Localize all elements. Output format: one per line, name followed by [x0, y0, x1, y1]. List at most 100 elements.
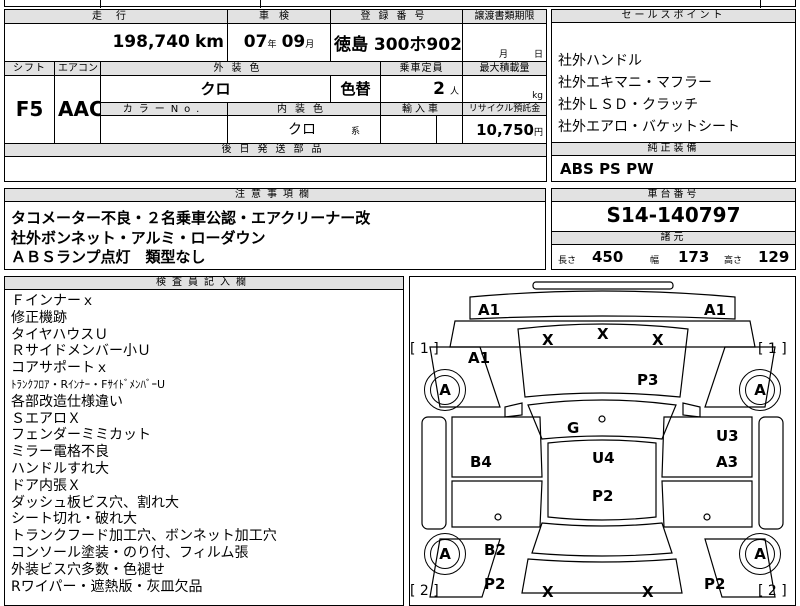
note-line: 社外ボンネット・アルミ・ローダウン	[11, 228, 266, 247]
label-p2-left: P2	[484, 575, 506, 593]
vehicle-info-table: 走行 車検 登録番号 譲渡書類期限 198,740 km 07年 09月 徳島 …	[3, 9, 548, 182]
interior-color-unit: 系	[351, 127, 361, 138]
shaken-cell: 07年 09月	[227, 22, 332, 63]
bracket-2-left: [ 2 ]	[410, 583, 439, 599]
label-u3: U3	[716, 427, 739, 445]
wheel-rear-left: A	[424, 533, 466, 575]
inspector-line: 各部改造仕様違い	[11, 393, 123, 410]
shaken-header: 車検	[227, 9, 332, 24]
notes-header: 注意事項欄	[5, 189, 545, 202]
note-line: タコメーター不良・２名乗車公認・エアクリーナー改	[11, 209, 371, 227]
inspector-line: トランクフード加工穴、ボンネット加工穴	[11, 528, 277, 545]
height-label: 高さ	[724, 256, 743, 266]
bracket-2-right: [ 2 ]	[758, 583, 787, 599]
wheel-rear-left-label: A	[430, 539, 460, 569]
inspector-line: ﾄﾗﾝｸﾌﾛｱ・Rｲﾝﾅｰ・FｻｲﾄﾞﾒﾝﾊﾞｰU	[11, 377, 166, 391]
length-label: 長さ	[558, 256, 577, 266]
capacity-unit: 人	[450, 86, 460, 97]
max-load-header: 最大積載量	[462, 61, 548, 76]
top-strip-cell	[5, 0, 101, 8]
sales-point-item: 社外ＬＳＤ・クラッチ	[558, 97, 698, 113]
sales-points-list: 社外ハンドル 社外エキマニ・マフラー 社外ＬＳＤ・クラッチ 社外エアロ・バケット…	[558, 50, 740, 138]
aircon-cell: AAC	[54, 74, 101, 144]
sales-point-item: 社外エキマニ・マフラー	[558, 75, 712, 91]
exterior-color-value: クロ	[200, 80, 231, 99]
registration-cell: 徳島 300ホ9022	[330, 22, 464, 63]
chassis-box: 車台番号 S14-140797 諸元 長さ 450 幅 173 高さ 129	[551, 188, 796, 270]
mileage-header: 走行	[3, 9, 229, 24]
mileage-cell: 198,740 km	[3, 22, 229, 63]
label-u4: U4	[592, 449, 615, 467]
import-cell	[380, 115, 438, 144]
spec-row: 長さ 450 幅 173 高さ 129	[552, 245, 797, 271]
damage-diagram-box: A A A A [ 1 ] [ 1 ] [ 2 ] [ 2 ] A1 A1 X …	[409, 276, 796, 606]
sales-points-box: セールスポイント 社外ハンドル 社外エキマニ・マフラー 社外ＬＳＤ・クラッチ 社…	[551, 9, 796, 182]
aircon-value: AAC	[58, 97, 101, 122]
transfer-month-unit: 月	[498, 50, 508, 61]
label-x-front-left: X	[542, 331, 554, 349]
equipment-header: 純正装備	[552, 142, 795, 156]
registration-number: 徳島 300ホ9022	[334, 34, 463, 55]
later-parts-header: 後日発送部品	[3, 142, 548, 158]
inspector-line: ハンドルすれ大	[11, 460, 109, 477]
mileage-unit: km	[194, 32, 225, 53]
wheel-front-right-label: A	[745, 375, 775, 405]
width-value: 173	[678, 248, 710, 266]
import-header: 輸入車	[380, 101, 464, 117]
label-g: G	[567, 419, 580, 437]
bracket-1-right: [ 1 ]	[758, 341, 787, 357]
transfer-deadline-cell: 月日	[462, 22, 548, 63]
label-x-front-mid: X	[597, 325, 609, 343]
label-b2: B2	[484, 541, 506, 559]
top-strip-cell	[101, 0, 261, 8]
inspector-line: タイヤハウスＵ	[11, 326, 109, 343]
inspector-box: 検査員記入欄 Ｆインナーｘ 修正機跡 タイヤハウスＵ Ｒサイドメンバー小Ｕ コア…	[4, 276, 404, 606]
inspector-line: Ｒサイドメンバー小Ｕ	[11, 343, 151, 360]
repaint-cell: 色替	[330, 74, 382, 103]
shaken-month-unit: 月	[305, 40, 315, 51]
label-p2-center: P2	[592, 487, 614, 505]
wheel-front-left: A	[424, 369, 466, 411]
wheel-rear-right-label: A	[745, 539, 775, 569]
height-value: 129	[758, 248, 790, 266]
label-x-front-right: X	[652, 331, 664, 349]
bracket-1-left: [ 1 ]	[410, 341, 439, 357]
max-load-cell: kg	[462, 74, 548, 103]
wheel-rear-right: A	[739, 533, 781, 575]
exterior-color-header: 外装色	[99, 61, 382, 76]
shaken-year-unit: 年	[267, 40, 277, 51]
inspector-line: 外装ビス穴多数・色褪せ	[11, 561, 165, 578]
label-a3: A3	[716, 453, 739, 471]
shaken-year: 07	[243, 32, 268, 53]
label-b4: B4	[470, 453, 492, 471]
chassis-header: 車台番号	[552, 189, 795, 202]
inspector-line: コンソール塗装・のり付、フィルム張	[11, 544, 249, 561]
aircon-header: エアコン	[54, 61, 101, 76]
capacity-header: 乗車定員	[380, 61, 464, 76]
label-x-rear-left: X	[542, 583, 554, 601]
transfer-deadline-header: 譲渡書類期限	[462, 9, 548, 24]
max-load-unit: kg	[532, 90, 544, 101]
shaken-month: 09	[281, 32, 306, 53]
import-cell-2	[436, 115, 464, 144]
repaint-label: 色替	[340, 80, 371, 99]
inspector-line: Ｆインナーｘ	[11, 293, 95, 309]
sales-point-item: 社外エアロ・バケットシート	[558, 119, 740, 135]
later-parts-cell	[3, 156, 548, 182]
top-strip-cell	[261, 0, 761, 8]
wheel-front-right: A	[739, 369, 781, 411]
inspector-line: フェンダーミミカット	[11, 427, 151, 444]
label-a1-top-left: A1	[478, 301, 501, 319]
recycle-header: リサイクル預託金	[462, 101, 548, 117]
exterior-color-cell: クロ	[99, 74, 332, 103]
label-a1-left: A1	[468, 349, 491, 367]
equipment-value: ABS PS PW	[560, 160, 654, 178]
label-p3: P3	[637, 371, 659, 389]
shift-value: F5	[15, 97, 44, 122]
notes-box: 注意事項欄 タコメーター不良・２名乗車公認・エアクリーナー改 社外ボンネット・ア…	[4, 188, 546, 270]
recycle-cell: 10,750円	[462, 115, 548, 144]
inspector-line: ミラー電格不良	[11, 444, 109, 461]
wheel-front-left-label: A	[430, 375, 460, 405]
inspector-line: ＳエアロＸ	[11, 410, 81, 427]
label-p2-right: P2	[704, 575, 726, 593]
